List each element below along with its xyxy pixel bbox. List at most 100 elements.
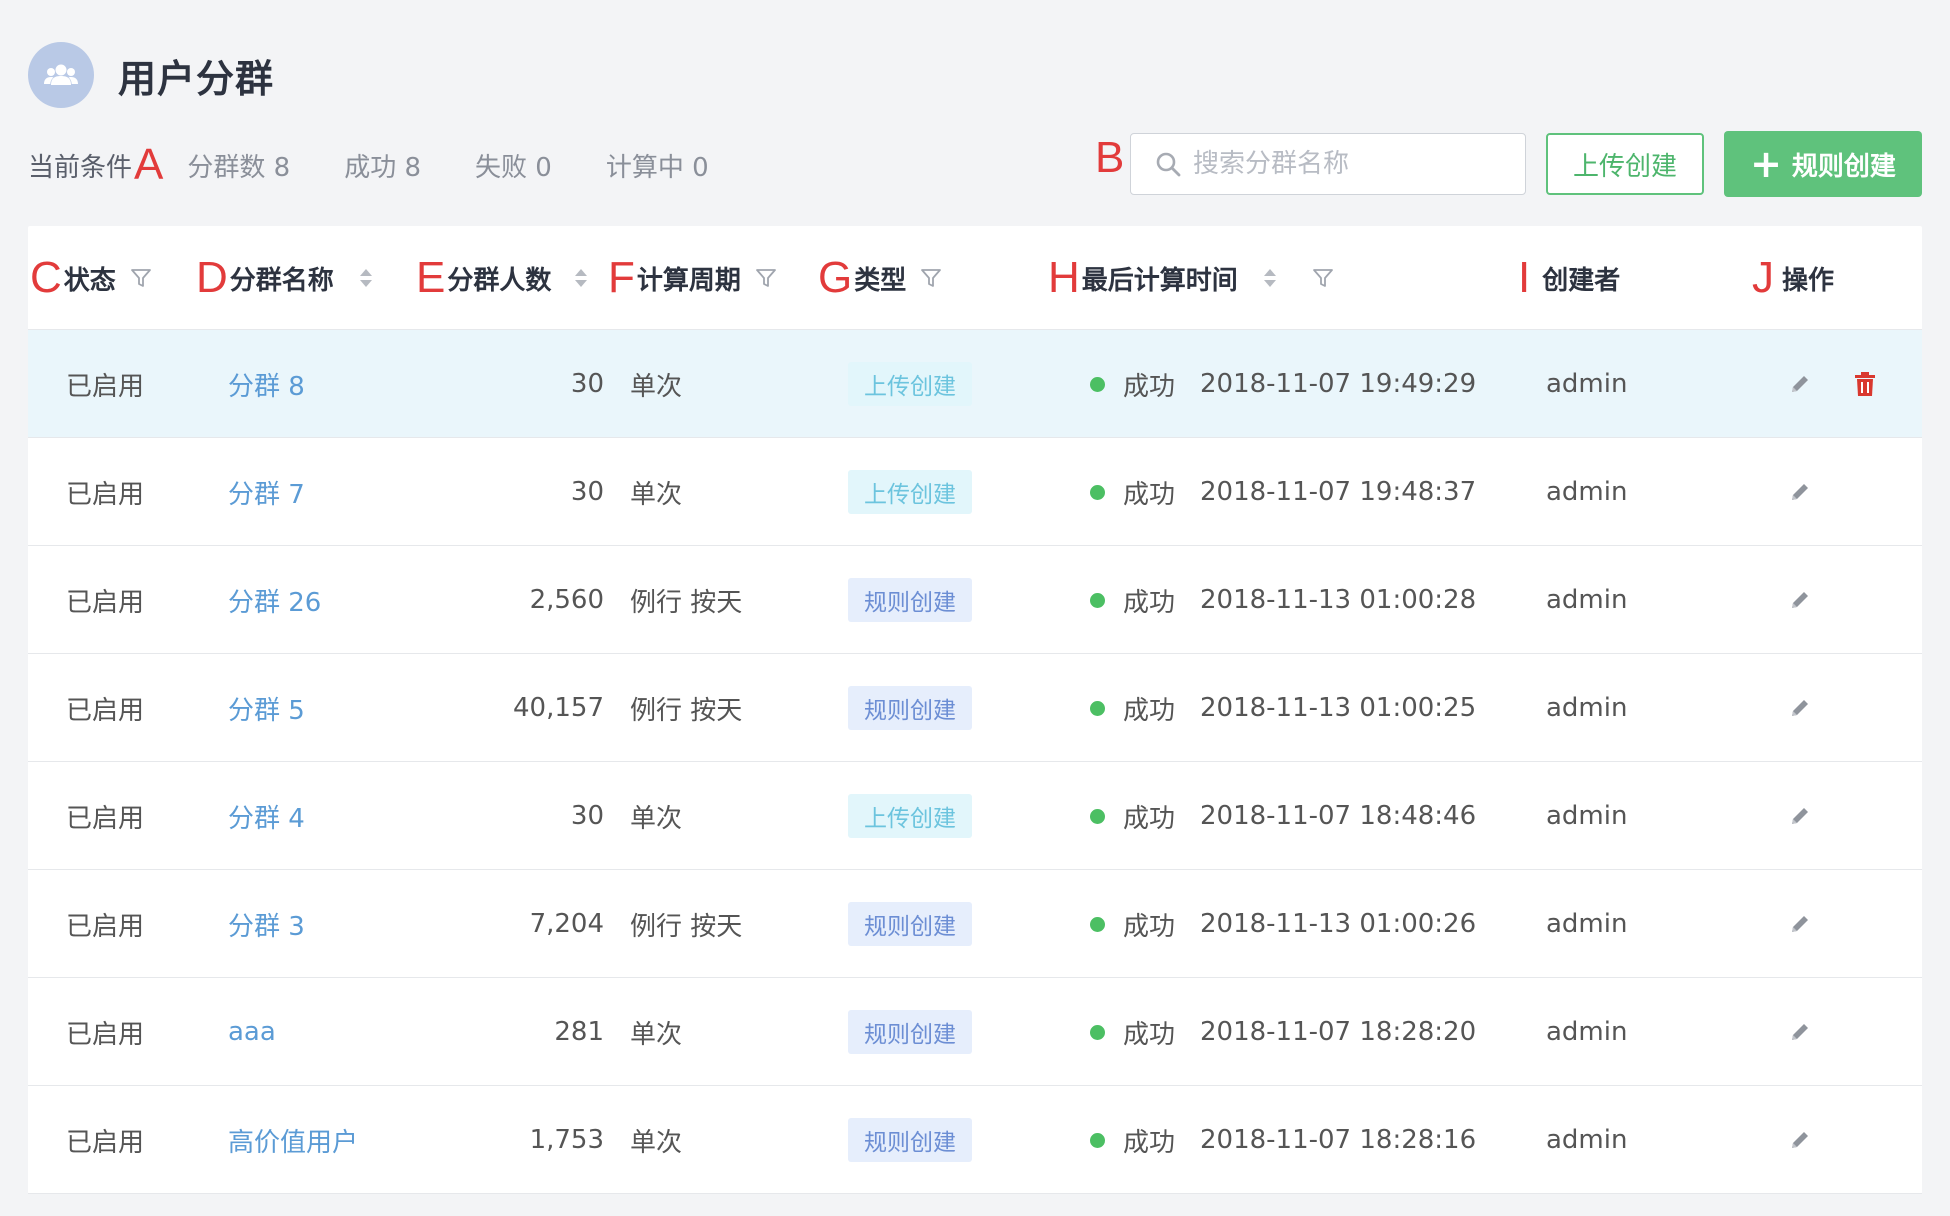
pencil-icon[interactable] <box>1788 978 1812 1086</box>
type-tag: 上传创建 <box>848 794 972 838</box>
upload-create-button[interactable]: 上传创建 <box>1546 133 1704 195</box>
search-input[interactable] <box>1193 149 1513 179</box>
table-row[interactable]: 已启用 分群 3 7,204 例行 按天 规则创建 成功 2018-11-13 01:00:… <box>28 870 1922 978</box>
sort-icon[interactable] <box>1262 267 1278 289</box>
result-cell: 成功 <box>1090 438 1175 546</box>
pencil-icon[interactable] <box>1788 1086 1812 1194</box>
stat-success[interactable]: 成功 8 <box>344 147 421 184</box>
stat-failed[interactable]: 失败 0 <box>475 147 552 184</box>
type-cell: 规则创建 <box>848 870 972 978</box>
table-row[interactable]: 已启用 分群 5 40,157 例行 按天 规则创建 成功 2018-11-13 01:00… <box>28 654 1922 762</box>
result-cell: 成功 <box>1090 330 1175 438</box>
rule-create-button[interactable]: + 规则创建 <box>1724 131 1922 197</box>
filter-icon[interactable] <box>130 267 152 289</box>
table-row[interactable]: 已启用 分群 8 30 单次 上传创建 成功 2018-11-07 19:49:29 admi… <box>28 330 1922 438</box>
table-row[interactable]: 已启用 分群 7 30 单次 上传创建 成功 2018-11-07 19:48:37 admi… <box>28 438 1922 546</box>
result-text: 成功 <box>1123 371 1176 402</box>
column-actions: J 操作 <box>1752 226 1834 330</box>
status-text: 已启用 <box>66 587 145 618</box>
column-label: 创建者 <box>1542 265 1621 296</box>
pencil-icon[interactable] <box>1788 330 1812 438</box>
filter-icon[interactable] <box>1312 267 1334 289</box>
user-group-icon <box>28 42 94 108</box>
success-dot <box>1090 376 1105 392</box>
success-dot <box>1090 700 1105 716</box>
marker-a: A <box>134 140 164 189</box>
pencil-icon[interactable] <box>1788 438 1812 546</box>
table-row[interactable]: 已启用 aaa 281 单次 规则创建 成功 2018-11-07 18:28:20 admi… <box>28 978 1922 1086</box>
segment-count: 1,753 <box>529 1125 604 1155</box>
marker-f: F <box>608 253 635 302</box>
table-row[interactable]: 已启用 分群 4 30 单次 上传创建 成功 2018-11-07 18:48:46 admi… <box>28 762 1922 870</box>
conditions-label: 当前条件 <box>28 152 133 183</box>
marker-e: E <box>416 253 446 302</box>
status-text: 已启用 <box>66 803 145 834</box>
creator: admin <box>1546 585 1628 615</box>
type-tag: 规则创建 <box>848 578 972 622</box>
column-period: F 计算周期 <box>608 226 777 330</box>
pencil-icon[interactable] <box>1788 870 1812 978</box>
status-text: 已启用 <box>66 1127 145 1158</box>
segment-name-link[interactable]: 分群 4 <box>228 762 305 870</box>
compute-period: 例行 按天 <box>630 911 743 942</box>
compute-period: 单次 <box>630 1127 683 1158</box>
result-text: 成功 <box>1123 479 1176 510</box>
sort-icon[interactable] <box>358 267 374 289</box>
rule-create-label: 规则创建 <box>1791 151 1896 182</box>
trash-icon[interactable] <box>1854 330 1876 438</box>
segment-count: 40,157 <box>513 693 604 723</box>
success-dot <box>1090 808 1105 824</box>
column-last-time: H 最后计算时间 <box>1048 226 1334 330</box>
result-text: 成功 <box>1123 911 1176 942</box>
stat-computing[interactable]: 计算中 0 <box>606 147 709 184</box>
status-text: 已启用 <box>66 371 145 402</box>
page-header: 用户分群 <box>28 42 274 108</box>
result-cell: 成功 <box>1090 870 1175 978</box>
last-compute-time: 2018-11-13 01:00:28 <box>1200 585 1477 615</box>
column-type: G 类型 <box>818 226 942 330</box>
success-dot <box>1090 1024 1105 1040</box>
segment-name-link[interactable]: 分群 26 <box>228 546 321 654</box>
filter-icon[interactable] <box>755 267 777 289</box>
type-cell: 规则创建 <box>848 654 972 762</box>
table-row[interactable]: 已启用 高价值用户 1,753 单次 规则创建 成功 2018-11-07 18:28:16… <box>28 1086 1922 1194</box>
column-status: C 状态 <box>30 226 152 330</box>
filter-icon[interactable] <box>920 267 942 289</box>
segment-count: 2,560 <box>529 585 604 615</box>
segment-name-link[interactable]: 分群 5 <box>228 654 305 762</box>
creator: admin <box>1546 1125 1628 1155</box>
column-count: E 分群人数 <box>416 226 589 330</box>
segment-name-link[interactable]: 分群 3 <box>228 870 305 978</box>
compute-period: 单次 <box>630 371 683 402</box>
segment-count: 30 <box>570 369 604 399</box>
result-cell: 成功 <box>1090 654 1175 762</box>
marker-g: G <box>818 253 853 302</box>
marker-h: H <box>1048 253 1080 302</box>
success-dot <box>1090 1132 1105 1148</box>
status-text: 已启用 <box>66 479 145 510</box>
pencil-icon[interactable] <box>1788 546 1812 654</box>
segment-name-link[interactable]: 分群 8 <box>228 330 305 438</box>
segment-name-link[interactable]: aaa <box>228 978 276 1086</box>
type-cell: 规则创建 <box>848 978 972 1086</box>
type-tag: 规则创建 <box>848 686 972 730</box>
success-dot <box>1090 916 1105 932</box>
result-cell: 成功 <box>1090 762 1175 870</box>
search-box[interactable] <box>1130 133 1526 195</box>
creator: admin <box>1546 369 1628 399</box>
pencil-icon[interactable] <box>1788 762 1812 870</box>
pencil-icon[interactable] <box>1788 654 1812 762</box>
status-text: 已启用 <box>66 911 145 942</box>
segment-name-link[interactable]: 高价值用户 <box>228 1086 358 1194</box>
segment-name-link[interactable]: 分群 7 <box>228 438 305 546</box>
marker-j: J <box>1752 253 1774 302</box>
type-tag: 上传创建 <box>848 470 972 514</box>
compute-period: 单次 <box>630 1019 683 1050</box>
table-row[interactable]: 已启用 分群 26 2,560 例行 按天 规则创建 成功 2018-11-13 01:00… <box>28 546 1922 654</box>
result-cell: 成功 <box>1090 1086 1175 1194</box>
segments-table: C 状态 D 分群名称 E 分群人数 F 计算周期 G 类型 H 最后计算时间 … <box>28 226 1922 1194</box>
segment-count: 281 <box>554 1017 604 1047</box>
plus-icon: + <box>1750 142 1782 186</box>
stat-total[interactable]: 分群数 8 <box>187 147 290 184</box>
sort-icon[interactable] <box>573 267 589 289</box>
